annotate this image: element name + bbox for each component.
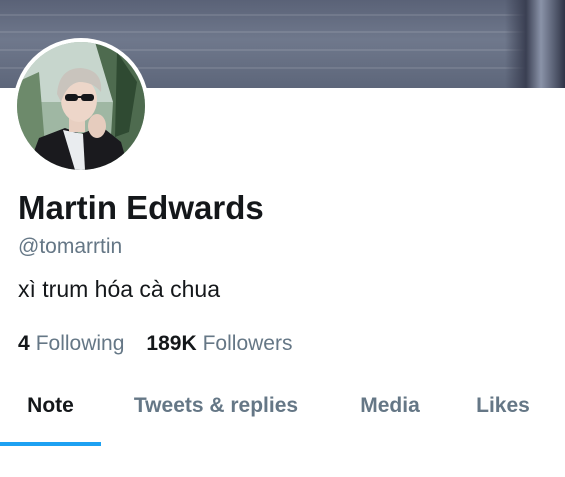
tab-media[interactable]: Media: [340, 370, 440, 442]
avatar[interactable]: [13, 38, 149, 174]
profile-photo-icon: [17, 42, 145, 170]
profile-name: Martin Edwards: [18, 189, 264, 226]
tab-tweets-replies[interactable]: Tweets & replies: [116, 370, 316, 442]
profile-tabs: Note Tweets & replies Media Likes: [0, 370, 565, 446]
followers-link[interactable]: 189K Followers: [146, 332, 292, 356]
followers-count: 189K: [146, 332, 197, 355]
following-link[interactable]: 4 Following: [18, 332, 124, 356]
active-tab-indicator: [0, 442, 101, 446]
following-count: 4: [18, 332, 30, 355]
banner-texture: [0, 31, 565, 33]
tab-note[interactable]: Note: [0, 370, 101, 442]
tab-likes[interactable]: Likes: [462, 370, 544, 442]
profile-bio: xì trum hóa cà chua: [18, 276, 220, 302]
profile-stats: 4 Following 189K Followers: [18, 332, 292, 356]
profile-handle: @tomarrtin: [18, 235, 123, 258]
profile-page: Martin Edwards @tomarrtin xì trum hóa cà…: [0, 0, 565, 477]
followers-label: Followers: [202, 332, 293, 355]
banner-texture: [0, 14, 565, 16]
banner-figure: [505, 0, 565, 88]
following-label: Following: [35, 332, 125, 355]
